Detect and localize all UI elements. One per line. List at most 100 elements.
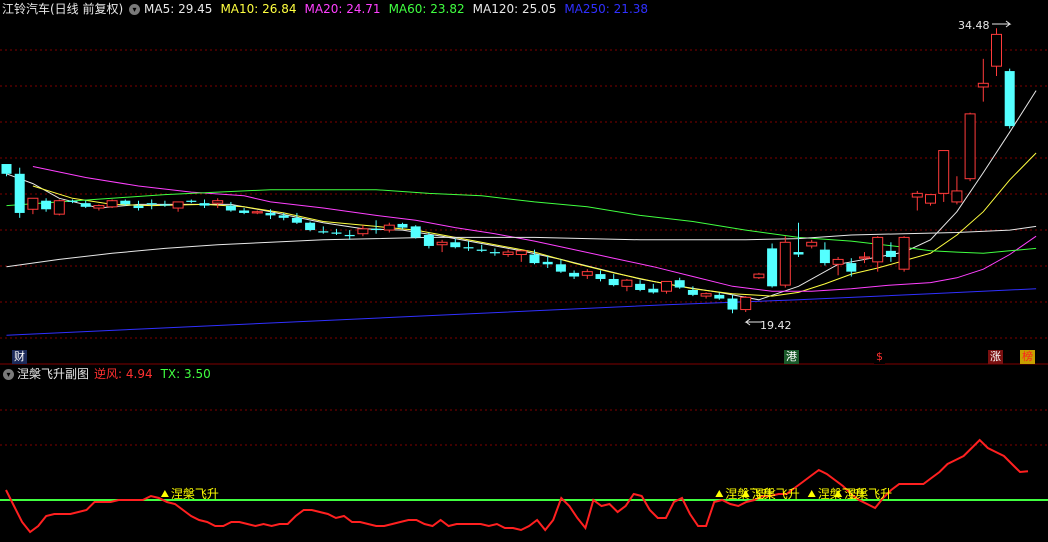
candle — [581, 269, 593, 279]
event-tag-ranking[interactable]: 榜 — [1020, 350, 1035, 364]
candle — [436, 239, 448, 253]
candle-body — [133, 205, 144, 209]
signal-marker: 涅槃飞升 — [160, 486, 219, 501]
candle-body — [819, 249, 830, 264]
event-tag-dollar[interactable]: $ — [874, 350, 885, 364]
candle-body — [331, 232, 342, 234]
signal-label: 涅槃飞升 — [171, 486, 219, 501]
candle-body — [674, 280, 685, 288]
candle-body — [793, 252, 804, 255]
candle-body — [291, 217, 302, 223]
stock-chart[interactable]: 涅槃飞升 涅槃飞升涅槃飞升 涅槃飞升涅槃飞升 34.48 19.42 — [0, 0, 1048, 542]
candle — [27, 197, 39, 215]
candle-body — [885, 250, 896, 257]
candle — [621, 278, 633, 292]
candle — [925, 194, 936, 206]
candle-body — [502, 251, 514, 256]
candle-body — [846, 263, 857, 272]
nifeng-line — [5, 438, 1029, 534]
candle — [806, 239, 818, 249]
candle-body — [740, 296, 752, 311]
candle — [819, 242, 830, 266]
candle-body — [951, 190, 963, 203]
candle-body — [911, 192, 923, 198]
candle — [515, 250, 527, 262]
candle-body — [515, 250, 527, 256]
signal-triangle-icon — [160, 490, 169, 497]
candle — [463, 241, 474, 251]
candle — [106, 199, 118, 209]
ma-line-ma10 — [32, 152, 1037, 297]
candle-body — [436, 241, 448, 246]
candle — [977, 58, 989, 102]
candle-body — [938, 150, 950, 194]
candle — [793, 222, 804, 257]
candle-body — [489, 252, 500, 254]
candle-body — [225, 205, 236, 211]
candle — [212, 198, 224, 209]
candle — [41, 198, 52, 212]
candle — [344, 230, 355, 240]
candle-body — [648, 288, 659, 293]
candle-body — [714, 294, 725, 299]
ma-line-ma20 — [32, 166, 1037, 292]
candle-body — [41, 200, 52, 210]
sub-chart-title: 涅槃飞升副图 — [17, 367, 90, 381]
candle — [648, 283, 659, 294]
low-price-label: 19.42 — [760, 319, 792, 332]
candle-body — [661, 280, 672, 292]
osc-indicator-0: 逆风: 4.94 — [94, 367, 153, 381]
candle-body — [727, 298, 738, 310]
candle-body — [265, 212, 276, 216]
candle-body — [555, 264, 566, 272]
candle-body — [687, 289, 698, 295]
chevron-down-icon[interactable]: ▾ — [3, 369, 14, 380]
candle — [964, 112, 976, 182]
candle-body — [186, 200, 197, 202]
candle-body — [423, 234, 434, 246]
candle-body — [767, 248, 778, 287]
sub-chart-header: ▾ 涅槃飞升副图 逆风: 4.94 TX: 3.50 — [0, 365, 1048, 383]
candle-body — [371, 228, 382, 231]
candle-body — [1004, 71, 1015, 127]
candle — [555, 259, 566, 273]
candle — [727, 294, 738, 314]
candle-body — [569, 272, 580, 277]
candle-body — [14, 173, 25, 213]
osc-indicator-1: TX: 3.50 — [161, 367, 211, 381]
osc-indicator-label: TX: — [160, 367, 181, 381]
candle-body — [172, 201, 184, 209]
candle-body — [27, 197, 39, 210]
candle — [383, 222, 395, 233]
candle — [53, 199, 65, 216]
candle-body — [383, 224, 395, 231]
candle-body — [357, 228, 369, 235]
event-tag-hk[interactable]: 港 — [784, 350, 799, 364]
candle-body — [621, 279, 633, 287]
candle-body — [93, 205, 105, 209]
candle-body — [67, 200, 78, 202]
candle-body — [753, 273, 765, 279]
osc-indicator-value: 3.50 — [184, 367, 211, 381]
candle-body — [977, 82, 989, 88]
candle — [700, 292, 712, 299]
event-tag-finance[interactable]: 财 — [12, 350, 27, 364]
candle — [199, 199, 210, 209]
candle — [635, 280, 646, 292]
candle-body — [305, 222, 316, 231]
candle — [661, 280, 672, 294]
candle — [172, 201, 184, 212]
candle — [767, 243, 778, 288]
event-tag-limit-up[interactable]: 涨 — [988, 350, 1003, 364]
signal-triangle-icon — [807, 490, 816, 497]
candle — [489, 248, 500, 256]
candle-body — [212, 200, 224, 204]
candle — [740, 296, 752, 312]
osc-indicator-value: 4.94 — [125, 367, 153, 381]
signal-triangle-icon — [715, 490, 724, 497]
candle-body — [251, 211, 263, 214]
candle — [357, 225, 369, 237]
candle-body — [476, 249, 487, 251]
candle — [186, 199, 197, 204]
candle-body — [1, 164, 12, 174]
